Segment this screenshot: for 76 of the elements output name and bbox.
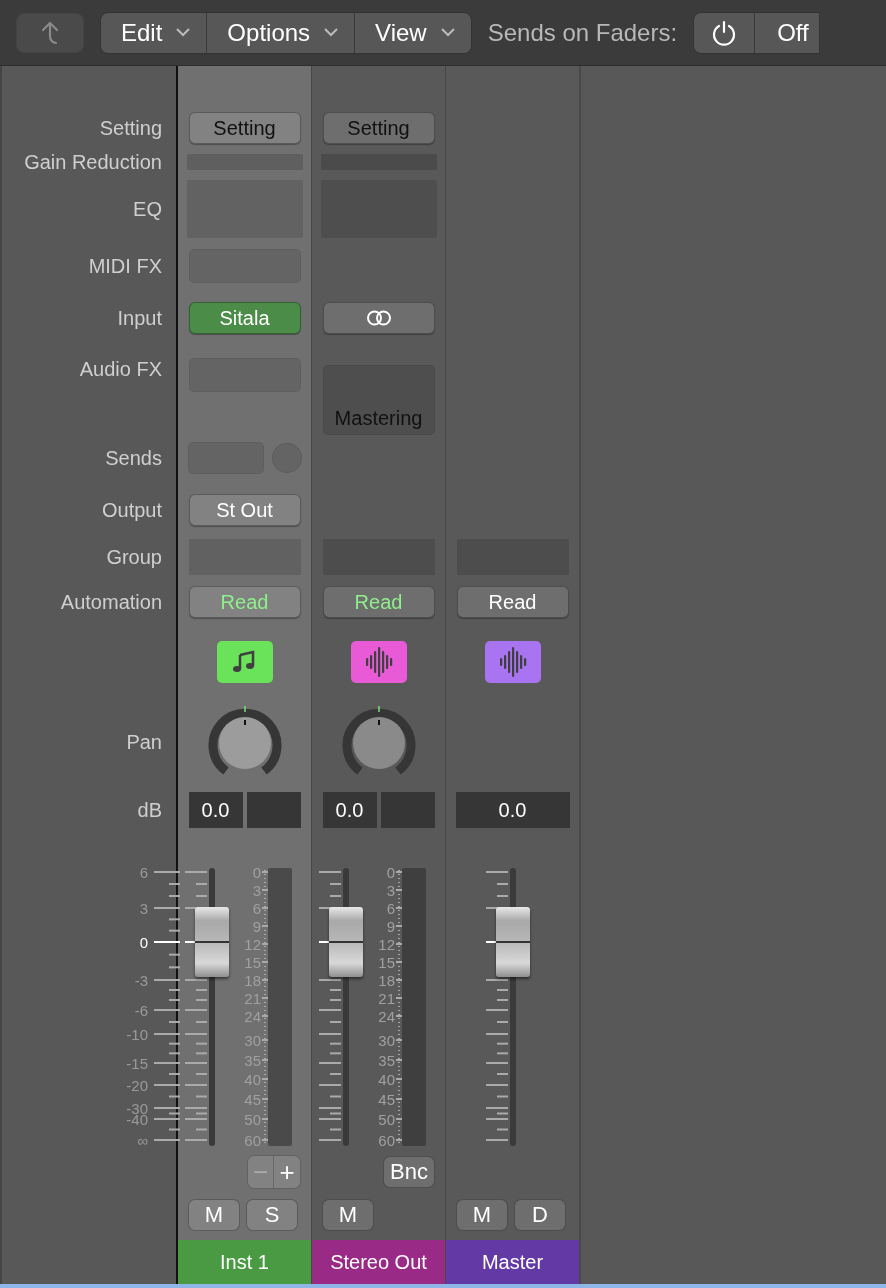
fader-handle[interactable]	[329, 906, 363, 977]
channel-name[interactable]: Stereo Out	[312, 1240, 445, 1284]
meter-label: 50	[378, 1111, 395, 1127]
channel-strip[interactable]: Setting Mastering Read 0.0 0 3 6 9 12 15 18 21 24 30 35 40 45 50 60 Bnc M Stereo Out	[312, 66, 446, 1284]
channel-button[interactable]: M	[322, 1199, 374, 1231]
meter-label: 0	[386, 864, 395, 880]
scale-label: 3	[139, 900, 148, 916]
waveform-icon[interactable]	[350, 641, 407, 683]
scale-label: 0	[139, 934, 148, 950]
automation-button[interactable]: Read	[322, 586, 435, 618]
volume-readout[interactable]: 0.0	[455, 792, 570, 828]
scale-label: 6	[139, 864, 148, 880]
input-button[interactable]: Sitala	[188, 302, 301, 334]
automation-button[interactable]: Read	[456, 586, 569, 618]
menu-button[interactable]: Options	[207, 12, 356, 53]
fader-handle[interactable]	[195, 906, 229, 977]
meter-label: 40	[378, 1071, 395, 1087]
volume-readout[interactable]: 0.0	[322, 792, 377, 828]
fader-handle[interactable]	[496, 906, 530, 977]
menu-button[interactable]: View	[355, 12, 471, 53]
waveform-icon[interactable]	[484, 641, 541, 683]
output-button[interactable]: St Out	[188, 494, 301, 526]
scale-label: ∞	[137, 1132, 148, 1148]
automation-button[interactable]: Read	[188, 586, 301, 618]
row-label: Input	[117, 306, 162, 330]
channel-button[interactable]: M	[188, 1199, 240, 1231]
stepper-button[interactable]: +	[274, 1156, 300, 1188]
channel-button[interactable]: S	[246, 1199, 298, 1231]
chevron-icon	[440, 28, 455, 37]
up-arrow-icon	[39, 19, 61, 46]
meter-label: 15	[378, 954, 395, 970]
row-label: Group	[106, 545, 162, 569]
meter-label: 60	[378, 1132, 395, 1148]
input-button[interactable]	[322, 302, 435, 334]
scale-label: -6	[134, 1002, 148, 1018]
row-label: Setting	[99, 116, 162, 140]
meter-label: 6	[386, 900, 395, 916]
row-label: Pan	[126, 730, 162, 754]
row-label: Gain Reduction	[24, 150, 162, 174]
stereo-link-icon	[365, 310, 392, 326]
channel-button[interactable]: M	[456, 1199, 508, 1231]
row-label: Sends	[105, 446, 162, 470]
scale-label: -15	[126, 1055, 148, 1071]
meter-label: 21	[378, 990, 395, 1006]
meter-label: 12	[378, 936, 395, 952]
setting-button[interactable]: Setting	[322, 112, 435, 144]
channel-button[interactable]: D	[514, 1199, 566, 1231]
meter-label: 3	[386, 882, 395, 898]
stepper-control[interactable]: − +	[247, 1155, 301, 1189]
row-label: Audio FX	[79, 358, 162, 381]
menu-button[interactable]: Edit	[101, 12, 208, 53]
row-label: Output	[101, 498, 162, 522]
meter-label: 9	[386, 918, 395, 934]
scale-label: -3	[134, 972, 148, 988]
row-label: Automation	[60, 590, 162, 614]
volume-readout[interactable]: 0.0	[188, 792, 243, 828]
meter-label: 18	[378, 972, 395, 988]
scale-label: -10	[126, 1026, 148, 1042]
row-label: EQ	[133, 197, 162, 221]
meter-label: 30	[378, 1032, 395, 1048]
back-button[interactable]	[16, 12, 84, 53]
row-label: MIDI FX	[88, 254, 162, 278]
channel-name[interactable]: Inst 1	[178, 1240, 311, 1284]
bounce-button[interactable]: Bnc	[383, 1156, 435, 1188]
channel-name[interactable]: Master	[446, 1240, 579, 1284]
scale-label: -20	[126, 1077, 148, 1093]
chevron-icon	[176, 28, 191, 37]
music-note-icon[interactable]	[216, 641, 273, 683]
meter-label: 35	[378, 1052, 395, 1068]
row-label: dB	[137, 798, 162, 822]
channel-strip[interactable]: Read 0.0 M D Master	[446, 66, 580, 1284]
meter-label: 24	[378, 1008, 395, 1024]
sends-on-faders-label: Sends on Faders:	[487, 18, 678, 47]
chevron-icon	[324, 28, 339, 37]
setting-button[interactable]: Setting	[188, 112, 301, 144]
meter-label: 45	[378, 1091, 395, 1107]
